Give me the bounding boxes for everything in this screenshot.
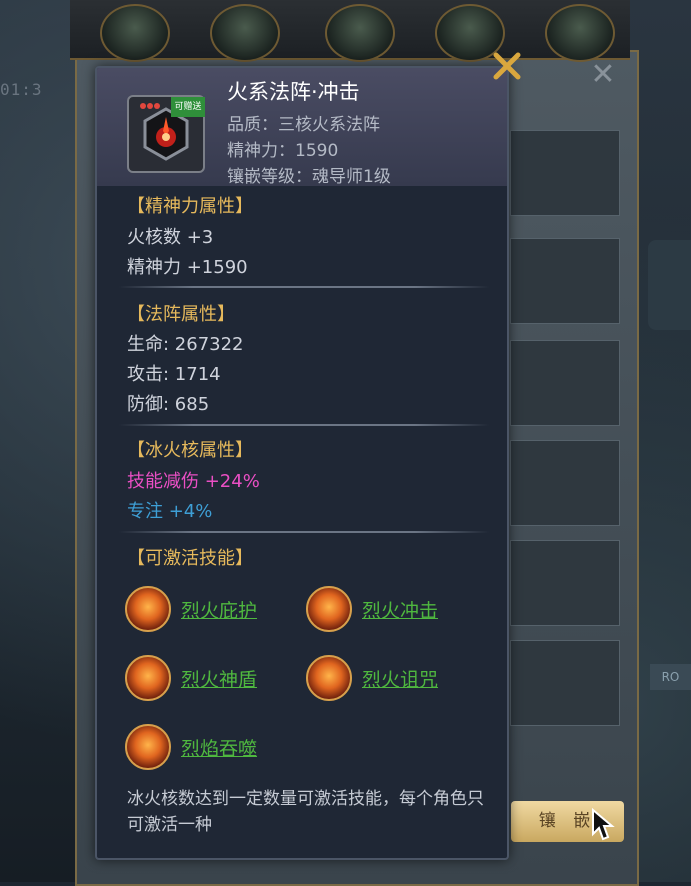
skill-description: 冰火核数达到一定数量可激活技能，每个角色只可激活一种	[127, 789, 484, 834]
timer-text: 01:3	[0, 80, 43, 99]
fire-curse-skill-icon[interactable]	[306, 655, 352, 701]
spirit-section-title: 【精神力属性】	[127, 196, 253, 217]
fire-shield-skill-icon[interactable]	[125, 586, 171, 632]
inventory-slot[interactable]	[510, 238, 620, 324]
divider	[119, 531, 489, 533]
mouse-pointer-icon	[591, 807, 615, 842]
fire-array-item-icon: 可赠送	[127, 95, 205, 173]
inventory-slot[interactable]	[510, 440, 620, 526]
skill-link-flame-devour[interactable]: 烈焰吞噬	[181, 734, 257, 761]
top-avatar-bar	[70, 0, 630, 62]
divider	[119, 424, 489, 426]
array-section-title: 【法阵属性】	[127, 304, 235, 325]
skills-section-title: 【可激活技能】	[127, 548, 253, 569]
side-label: RO	[650, 664, 691, 690]
core-section-title: 【冰火核属性】	[127, 440, 253, 461]
skill-link-fire-protection[interactable]: 烈火庇护	[181, 596, 257, 623]
item-inlay-level: 镶嵌等级：魂导师1级	[227, 167, 391, 187]
item-spirit: 精神力：1590	[227, 141, 339, 161]
divider	[119, 286, 489, 288]
stat-focus: 专注 +4%	[127, 501, 213, 522]
flame-devour-skill-icon[interactable]	[125, 724, 171, 770]
close-icon[interactable]	[489, 48, 525, 84]
fire-divine-shield-skill-icon[interactable]	[125, 655, 171, 701]
stat-attack: 攻击: 1714	[127, 364, 221, 385]
inventory-slot[interactable]	[510, 540, 620, 626]
skill-link-fire-curse[interactable]: 烈火诅咒	[362, 665, 438, 692]
avatar[interactable]	[100, 4, 170, 62]
skill-link-fire-divine-shield[interactable]: 烈火神盾	[181, 665, 257, 692]
item-quality: 品质：三核火系法阵	[227, 115, 380, 135]
avatar[interactable]	[325, 4, 395, 62]
fire-strike-skill-icon[interactable]	[306, 586, 352, 632]
inventory-slot[interactable]	[510, 640, 620, 726]
inventory-slot[interactable]	[510, 340, 620, 426]
stat-damage-reduction: 技能减伤 +24%	[127, 471, 260, 492]
giftable-badge: 可赠送	[171, 97, 205, 117]
stat-hp: 生命: 267322	[127, 334, 244, 355]
stat-defense: 防御: 685	[127, 394, 210, 415]
inventory-slot[interactable]	[510, 130, 620, 216]
side-tab[interactable]	[648, 240, 691, 330]
stat-fire-cores: 火核数 +3	[127, 227, 214, 248]
item-title: 火系法阵·冲击	[227, 80, 360, 104]
stat-spirit: 精神力 +1590	[127, 257, 248, 278]
avatar[interactable]	[210, 4, 280, 62]
skill-link-fire-strike[interactable]: 烈火冲击	[362, 596, 438, 623]
item-tooltip: 可赠送 火系法阵·冲击 品质：三核火系法阵 精神力：1590 镶嵌等级：魂导师1…	[95, 66, 509, 860]
background-close-icon[interactable]: ✕	[578, 52, 628, 98]
